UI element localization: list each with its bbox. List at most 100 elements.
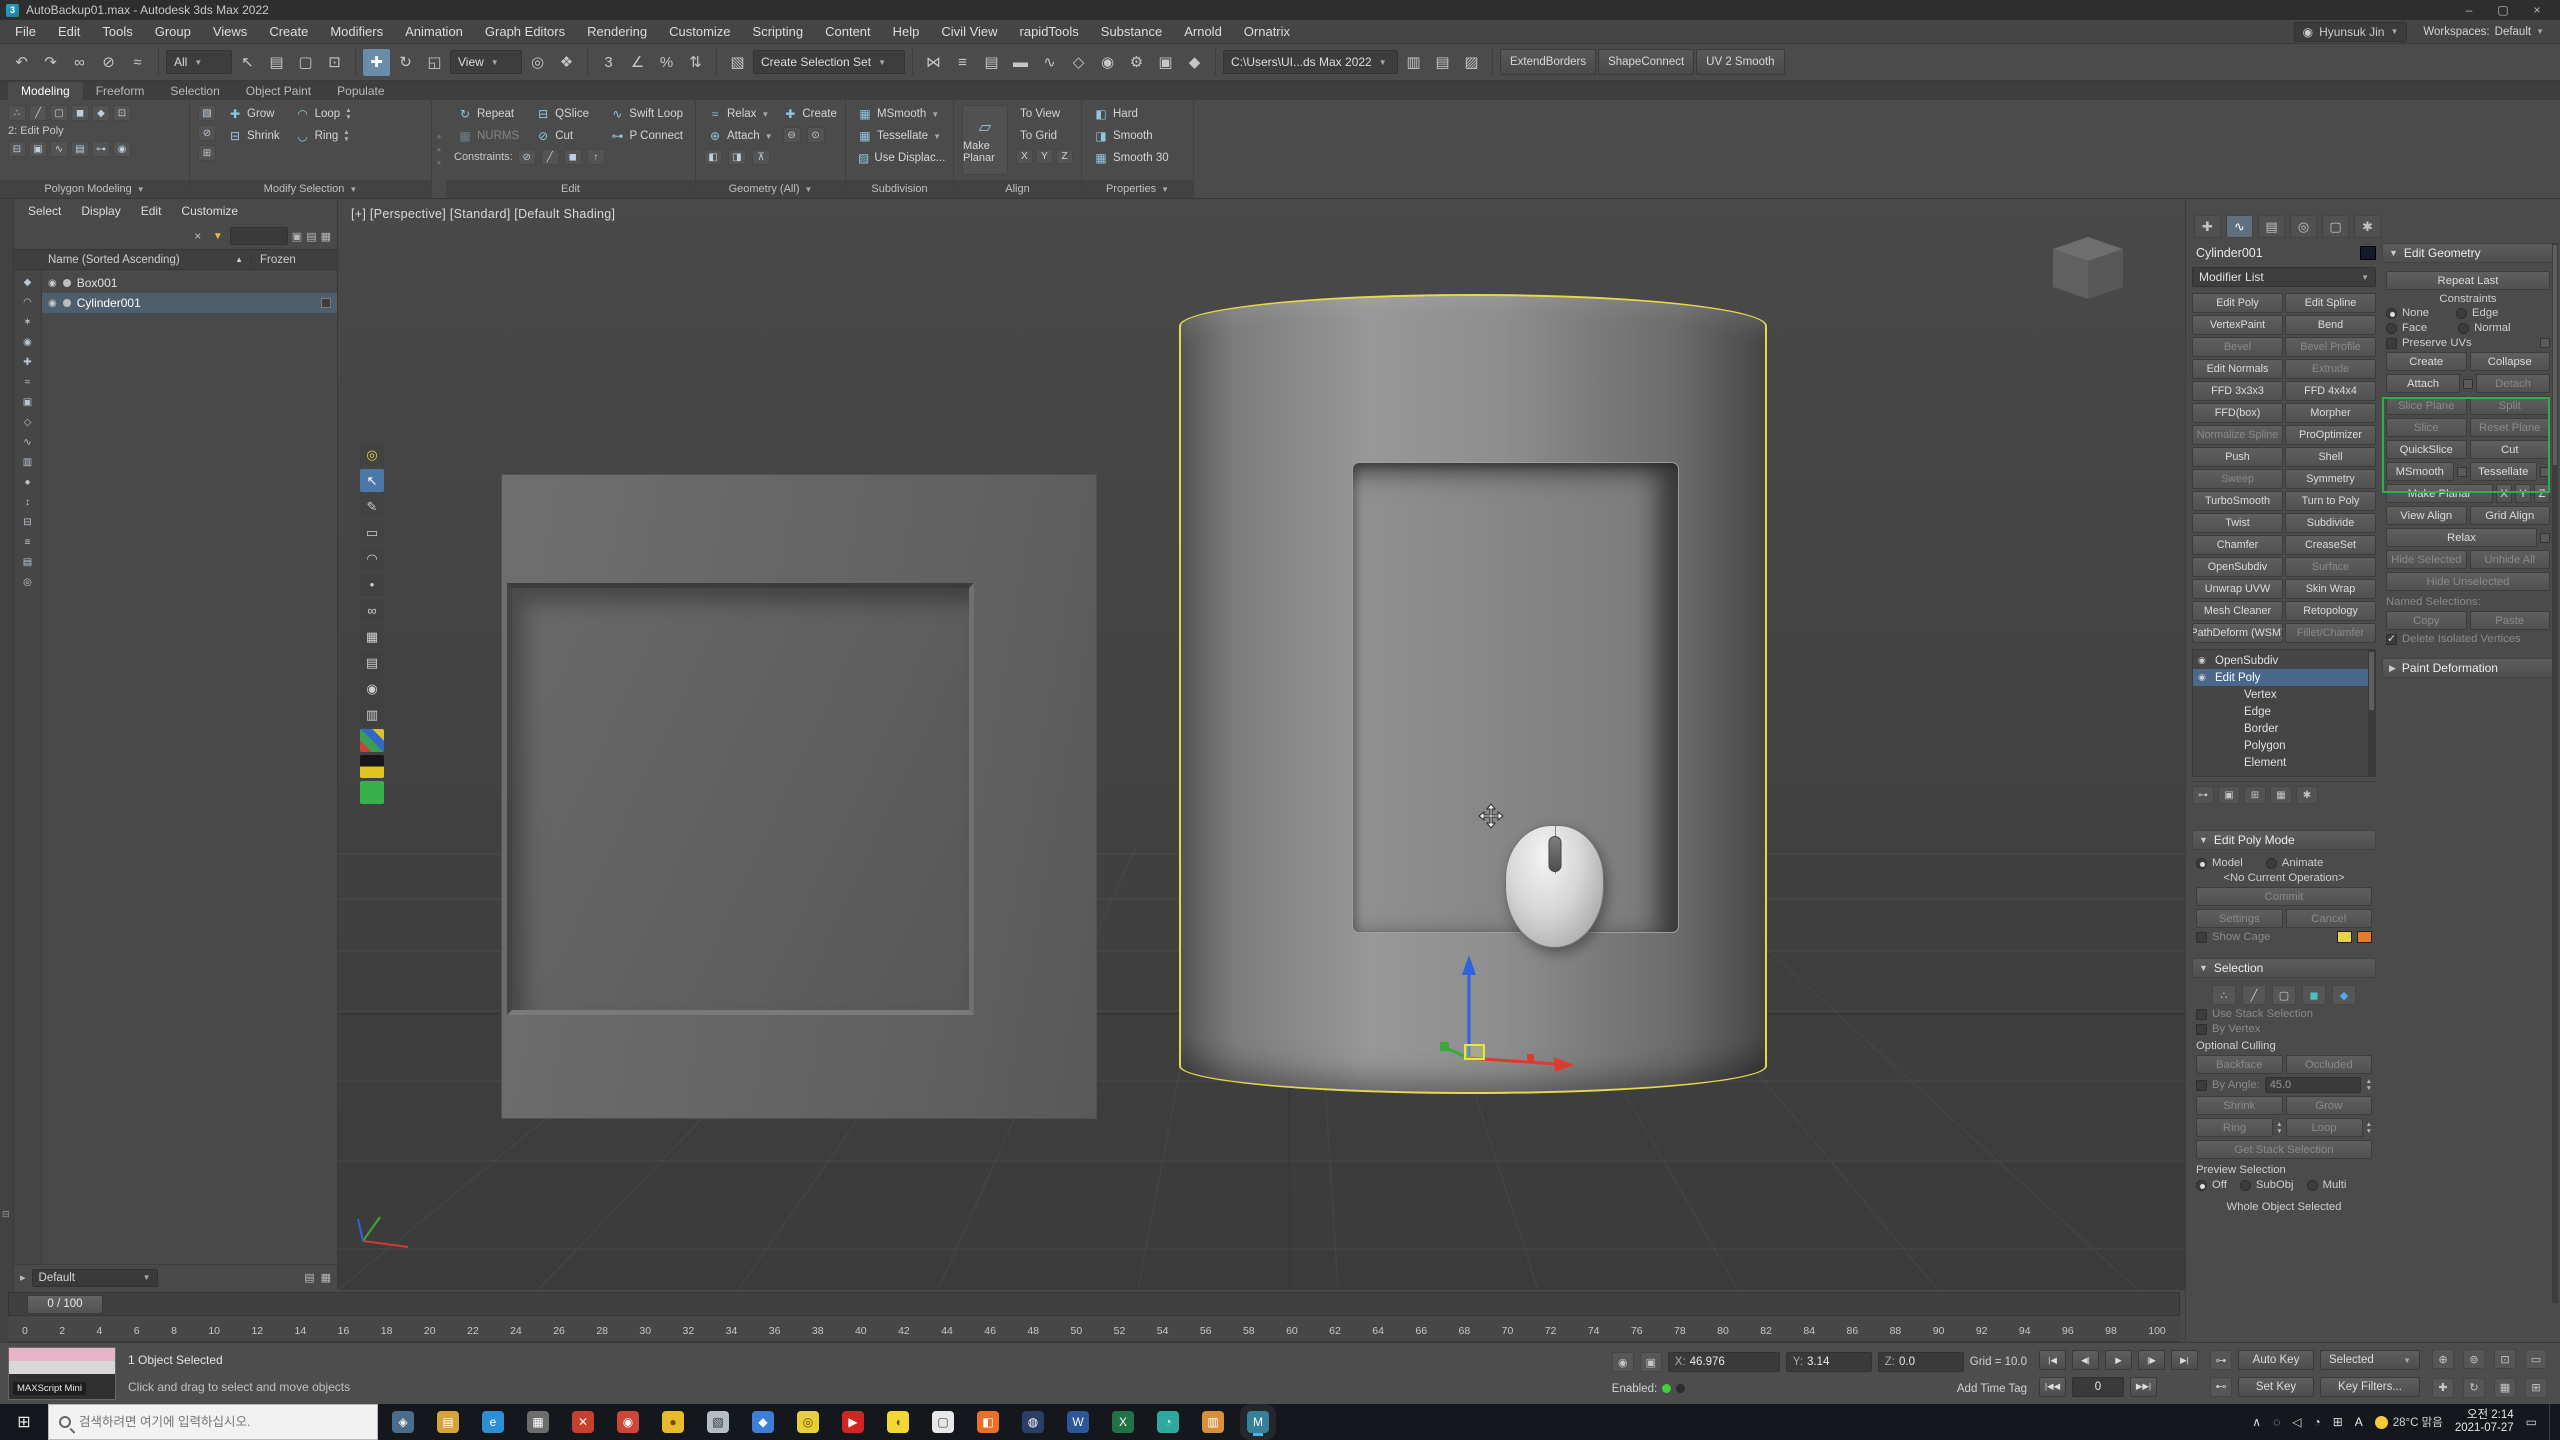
hide-selected-button[interactable]: Hide Selected <box>2386 550 2467 569</box>
render-setup-icon[interactable]: ⚙ <box>1123 49 1150 76</box>
preserve-uvs-checkbox[interactable] <box>2386 338 2397 349</box>
vertex-mode-icon[interactable]: ∴ <box>2212 985 2236 1005</box>
backface-button[interactable]: Backface <box>2196 1055 2283 1074</box>
mirror-icon[interactable]: ⋈ <box>920 49 947 76</box>
modifier-button[interactable]: FFD(box) <box>2192 403 2283 423</box>
explorer-columns-icon[interactable]: ▦ <box>321 230 331 243</box>
polygon-mode-icon[interactable]: ◼ <box>2302 985 2326 1005</box>
modifier-visibility-icon[interactable] <box>2198 655 2210 666</box>
add-time-tag[interactable]: Add Time Tag <box>1957 1383 2027 1395</box>
tray-chevron-icon[interactable]: ∧ <box>2252 1415 2261 1429</box>
scene-object-row[interactable]: ◉ Cylinder001 <box>42 293 337 313</box>
menu-item[interactable]: Modifiers <box>319 20 394 43</box>
hide-unselected-button[interactable]: Hide Unselected <box>2386 572 2550 591</box>
render-production-icon[interactable]: ◆ <box>1181 49 1208 76</box>
stack-item[interactable]: Element <box>2193 754 2375 771</box>
shapeconnect-button[interactable]: ShapeConnect <box>1598 49 1694 75</box>
preview-subobj-radio[interactable] <box>2240 1180 2251 1191</box>
modifier-button[interactable]: Bevel Profile <box>2285 337 2376 357</box>
modifier-button[interactable]: FFD 3x3x3 <box>2192 381 2283 401</box>
select-cursor-icon[interactable]: ↖ <box>360 469 384 492</box>
cage-color-swatch[interactable] <box>2337 931 2352 943</box>
ring-selection-button[interactable]: Ring <box>2196 1118 2273 1137</box>
menu-item[interactable]: Create <box>258 20 319 43</box>
extendborders-button[interactable]: ExtendBorders <box>1500 49 1596 75</box>
select-and-rotate-icon[interactable]: ↻ <box>392 49 419 76</box>
to-grid-button[interactable]: To Grid <box>1016 127 1073 145</box>
apply-editpoly-icon[interactable]: ∿ <box>50 141 68 157</box>
scene-object-row[interactable]: ◉ Box001 <box>42 273 337 293</box>
y-coordinate-field[interactable]: Y:3.14 <box>1786 1352 1872 1372</box>
menu-item[interactable]: Help <box>882 20 931 43</box>
ribbon-tab[interactable]: Freeform <box>83 82 158 100</box>
link-icon[interactable]: ∞ <box>360 599 384 622</box>
border-subobject-icon[interactable]: ▢ <box>50 105 68 121</box>
taskbar-search-box[interactable] <box>48 1404 378 1440</box>
constraint-none-icon[interactable]: ⊘ <box>518 149 536 165</box>
use-displacement-button[interactable]: ▨Use Displac... <box>854 149 945 167</box>
make-planar-button[interactable]: Make Planar <box>2386 484 2493 503</box>
angle-spinner[interactable]: ▲▼ <box>2366 1078 2372 1092</box>
modifier-button[interactable]: Bend <box>2285 315 2376 335</box>
angle-snap-icon[interactable]: ∠ <box>624 49 651 76</box>
schematic-view-icon[interactable]: ◇ <box>1065 49 1092 76</box>
model-radio[interactable] <box>2196 858 2207 869</box>
modifier-button[interactable]: Edit Normals <box>2192 359 2283 379</box>
stack-item[interactable]: Edge <box>2193 703 2375 720</box>
menu-item[interactable]: Scripting <box>742 20 815 43</box>
taskbar-app-15[interactable]: ◍ <box>1022 1411 1044 1433</box>
modifier-button[interactable]: Surface <box>2285 557 2376 577</box>
tray-network-icon[interactable]: ◌ <box>2273 1415 2280 1429</box>
time-slider-handle[interactable]: 0 / 100 <box>27 1295 103 1314</box>
clear-search-icon[interactable]: × <box>190 229 206 243</box>
spinner-snap-icon[interactable]: ⇅ <box>682 49 709 76</box>
lock-icon[interactable]: ▣ <box>292 230 302 243</box>
delete-isolated-vertices-checkbox[interactable] <box>2386 634 2397 645</box>
select-and-move-icon[interactable]: ✚ <box>363 49 390 76</box>
set-key-button[interactable]: Set Key <box>2238 1377 2314 1397</box>
by-vertex-checkbox[interactable] <box>2196 1024 2207 1035</box>
weather-widget[interactable]: 28°C 맑음 <box>2375 1414 2443 1430</box>
ime-language-indicator[interactable]: A <box>2355 1415 2363 1429</box>
element-mode-icon[interactable]: ◆ <box>2332 985 2356 1005</box>
preview-multi-radio[interactable] <box>2307 1180 2318 1191</box>
grow-selection-button[interactable]: Grow <box>2286 1096 2373 1115</box>
edit-footer[interactable]: Edit <box>446 180 695 198</box>
viewport-layout-icon[interactable]: ▦ <box>2494 1378 2516 1398</box>
project-folder-icon[interactable]: ▥ <box>1400 49 1427 76</box>
modifier-button[interactable]: Bevel <box>2192 337 2283 357</box>
taskbar-app-chrome[interactable]: ◉ <box>617 1411 639 1433</box>
explorer-column-headers[interactable]: Name (Sorted Ascending) ▲ Frozen <box>14 249 337 270</box>
zoom-icon[interactable]: ⊕ <box>2432 1349 2454 1369</box>
convert-poly-icon[interactable]: ▣ <box>29 141 47 157</box>
menu-item[interactable]: Group <box>144 20 202 43</box>
create-ribbon-button[interactable]: ✚Create <box>779 105 841 123</box>
properties-footer[interactable]: Properties▼ <box>1082 180 1193 198</box>
taskbar-app-10[interactable]: ◎ <box>797 1411 819 1433</box>
key-filters-button[interactable]: Key Filters... <box>2320 1377 2420 1397</box>
taskbar-app-3dsmax[interactable]: M <box>1247 1411 1269 1433</box>
modifier-button[interactable]: Chamfer <box>2192 535 2283 555</box>
modifier-button[interactable]: TurboSmooth <box>2192 491 2283 511</box>
dock-handle-icon[interactable]: ⊟ <box>2 1209 10 1220</box>
previous-frame-icon[interactable]: ◀| <box>2072 1350 2099 1370</box>
cage-selected-color-swatch[interactable] <box>2357 931 2372 943</box>
filter-geometry-icon[interactable]: ◆ <box>18 274 37 291</box>
menu-item[interactable]: File <box>4 20 47 43</box>
uv2smooth-button[interactable]: UV 2 Smooth <box>1696 49 1784 75</box>
menu-item[interactable]: Tools <box>91 20 143 43</box>
pin-stack-ribbon-icon[interactable]: ⊶ <box>92 141 110 157</box>
view-align-button[interactable]: View Align <box>2386 506 2467 525</box>
constraint-normal-icon[interactable]: ↑ <box>587 149 605 165</box>
explorer-settings-icon[interactable]: ▤ <box>306 230 316 243</box>
constraint-none-radio[interactable] <box>2386 308 2397 319</box>
weld-icon[interactable]: ⊙ <box>807 127 825 143</box>
paint-deformation-header[interactable]: ▶ Paint Deformation <box>2382 658 2554 678</box>
menu-item[interactable]: Rendering <box>576 20 658 43</box>
select-by-name-icon[interactable]: ▤ <box>263 49 290 76</box>
taskbar-app-1[interactable]: ◈ <box>392 1411 414 1433</box>
unlink-selection-icon[interactable]: ⊘ <box>95 49 122 76</box>
relax-button[interactable]: Relax <box>2386 528 2537 547</box>
relax-settings-icon[interactable] <box>2540 533 2550 543</box>
taskbar-app-9[interactable]: ◆ <box>752 1411 774 1433</box>
